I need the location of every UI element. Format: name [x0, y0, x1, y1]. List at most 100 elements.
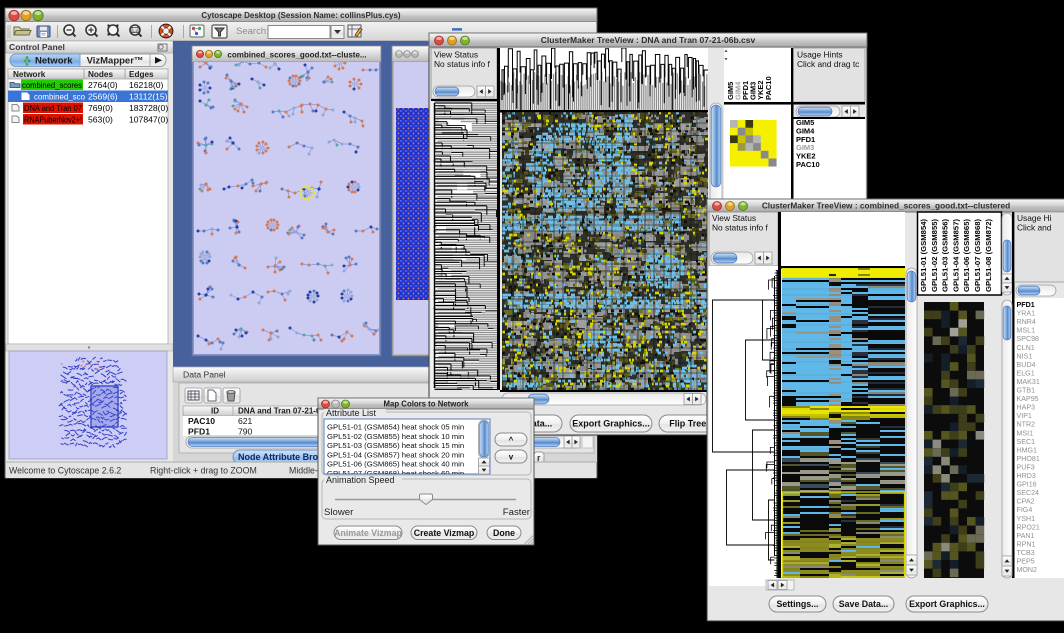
svg-text:Animation Speed: Animation Speed [326, 475, 395, 485]
svg-text:PHO81: PHO81 [1017, 455, 1040, 463]
svg-text:SEC24: SEC24 [1017, 489, 1040, 497]
svg-text:combined_scores_good.txt--clus: combined_scores_good.txt--cluste... [227, 51, 366, 60]
svg-text:PFD1: PFD1 [188, 427, 210, 437]
svg-text:ELG1: ELG1 [1017, 369, 1035, 377]
svg-text:GPL51-04 (GSM857) heat shock 2: GPL51-04 (GSM857) heat shock 20 min [327, 450, 464, 459]
svg-text:CPA2: CPA2 [1017, 498, 1035, 506]
svg-text:790: 790 [238, 427, 253, 437]
svg-text:TCB3: TCB3 [1017, 549, 1035, 557]
svg-text:Search:: Search: [236, 26, 269, 37]
svg-text:No status info f: No status info f [712, 223, 769, 233]
svg-text:VIP1: VIP1 [1017, 412, 1032, 420]
svg-text:SPC98: SPC98 [1017, 335, 1040, 343]
svg-text:combined_scores: combined_scores [22, 80, 82, 90]
svg-text:Export Graphics...: Export Graphics... [909, 599, 985, 609]
svg-text:183728(0): 183728(0) [129, 103, 168, 113]
svg-text:GPL51-01 (GSM854) heat shock 0: GPL51-01 (GSM854) heat shock 05 min [327, 423, 464, 432]
svg-text:NIS1: NIS1 [1017, 352, 1033, 360]
svg-text:Click and drag tc: Click and drag tc [797, 59, 859, 69]
svg-text:RNAPuberNov2+!: RNAPuberNov2+! [24, 114, 82, 124]
svg-text:RPO21: RPO21 [1017, 523, 1040, 531]
svg-text:YRA1: YRA1 [1017, 310, 1036, 318]
svg-text:DNA and Tran 07-21-06: DNA and Tran 07-21-06 [238, 407, 325, 416]
svg-text:BUD4: BUD4 [1017, 361, 1036, 369]
svg-text:563(0): 563(0) [88, 114, 113, 124]
svg-text:Right-click + drag to ZOOM: Right-click + drag to ZOOM [150, 466, 257, 476]
svg-text:^: ^ [509, 435, 514, 444]
svg-text:combined_sco: combined_sco [34, 91, 85, 101]
svg-text:Faster: Faster [503, 507, 531, 518]
svg-text:No status info f: No status info f [434, 59, 491, 69]
svg-text:ClusterMaker TreeView : combin: ClusterMaker TreeView : combined_scores_… [762, 201, 1010, 211]
svg-text:HRD3: HRD3 [1017, 472, 1036, 480]
svg-text:PUF3: PUF3 [1017, 463, 1035, 471]
svg-text:GTB1: GTB1 [1017, 387, 1036, 395]
svg-text:GPL51-02 (GSM855): GPL51-02 (GSM855) [930, 219, 939, 292]
svg-text:MON2: MON2 [1017, 566, 1038, 574]
svg-text:GPL51-01 (GSM854): GPL51-01 (GSM854) [919, 219, 928, 292]
svg-text:Network: Network [13, 70, 46, 79]
svg-text:13112(15): 13112(15) [129, 91, 168, 101]
svg-text:GPL51-03 (GSM856): GPL51-03 (GSM856) [941, 219, 950, 292]
svg-text:MAK31: MAK31 [1017, 378, 1040, 386]
svg-text:Usage Hi: Usage Hi [1017, 213, 1052, 223]
svg-text:Middle-: Middle- [289, 466, 318, 476]
svg-text:HMG1: HMG1 [1017, 446, 1038, 454]
svg-text:View Status: View Status [712, 213, 756, 223]
svg-text:Attribute List: Attribute List [326, 408, 377, 418]
svg-text:PFD1: PFD1 [1017, 301, 1035, 309]
svg-text:ID: ID [211, 407, 219, 416]
svg-text:CLN1: CLN1 [1017, 344, 1035, 352]
svg-text:Network: Network [35, 56, 73, 67]
svg-text:Nodes: Nodes [88, 70, 113, 79]
svg-text:Usage Hints: Usage Hints [797, 50, 843, 60]
svg-text:PAC10: PAC10 [764, 76, 773, 100]
svg-text:Export Graphics...: Export Graphics... [572, 419, 650, 429]
svg-text:Node Attribute Brows: Node Attribute Brows [238, 452, 330, 462]
svg-text:13: 13 [133, 28, 138, 33]
svg-text:769(0): 769(0) [88, 103, 113, 113]
svg-text:RPN1: RPN1 [1017, 540, 1036, 548]
svg-text:GPL51-08 (GSM872): GPL51-08 (GSM872) [984, 219, 993, 292]
svg-text:Data Panel: Data Panel [183, 370, 226, 380]
svg-text:621: 621 [238, 416, 253, 426]
svg-text:PAC10: PAC10 [796, 160, 820, 169]
svg-text:PAN1: PAN1 [1017, 532, 1035, 540]
svg-text:Done: Done [493, 528, 515, 538]
svg-text:GPI16: GPI16 [1017, 481, 1037, 489]
svg-text:RNR4: RNR4 [1017, 318, 1036, 326]
svg-text:Click and: Click and [1017, 223, 1052, 233]
svg-text:SEC1: SEC1 [1017, 438, 1036, 446]
svg-text:HAP3: HAP3 [1017, 404, 1036, 412]
svg-text:NTR2: NTR2 [1017, 421, 1036, 429]
svg-text:2569(6): 2569(6) [88, 91, 118, 101]
svg-text:View Status: View Status [434, 50, 478, 60]
svg-text:2764(0): 2764(0) [88, 80, 118, 90]
svg-text:GPL51-02 (GSM855) heat shock 1: GPL51-02 (GSM855) heat shock 10 min [327, 432, 464, 441]
svg-text:16218(0): 16218(0) [129, 80, 164, 90]
svg-text:Slower: Slower [324, 507, 354, 518]
svg-text:YSH1: YSH1 [1017, 515, 1036, 523]
svg-text:Edges: Edges [129, 70, 154, 79]
svg-text:MSL1: MSL1 [1017, 327, 1036, 335]
svg-text:PAC10: PAC10 [188, 416, 215, 426]
svg-text:Save Data...: Save Data... [839, 599, 888, 609]
svg-text:PEP5: PEP5 [1017, 558, 1035, 566]
svg-text:GPL51-04 (GSM857): GPL51-04 (GSM857) [951, 219, 960, 292]
svg-text:DNA and Tran 07: DNA and Tran 07 [24, 103, 82, 113]
svg-text:107847(0): 107847(0) [129, 114, 168, 124]
svg-text:KAP95: KAP95 [1017, 395, 1039, 403]
svg-text:Settings...: Settings... [776, 599, 818, 609]
svg-text:FIG4: FIG4 [1017, 506, 1033, 514]
svg-text:GPL51-06 (GSM865) heat shock 4: GPL51-06 (GSM865) heat shock 40 min [327, 460, 464, 469]
svg-text:Animate Vizmap: Animate Vizmap [334, 528, 402, 538]
svg-text:MSI1: MSI1 [1017, 429, 1034, 437]
svg-text:ClusterMaker TreeView : DNA an: ClusterMaker TreeView : DNA and Tran 07-… [541, 35, 756, 45]
svg-text:Cytoscape Desktop (Session Nam: Cytoscape Desktop (Session Name: collins… [201, 11, 401, 20]
svg-text:VizMapper™: VizMapper™ [87, 56, 144, 67]
svg-text:v: v [509, 452, 514, 461]
svg-text:Welcome to Cytoscape 2.6.2: Welcome to Cytoscape 2.6.2 [9, 466, 121, 476]
svg-text:Create Vizmap: Create Vizmap [414, 528, 475, 538]
svg-text:Map Colors to Network: Map Colors to Network [384, 399, 470, 408]
svg-text:GPL51-07 (GSM868): GPL51-07 (GSM868) [973, 219, 982, 292]
